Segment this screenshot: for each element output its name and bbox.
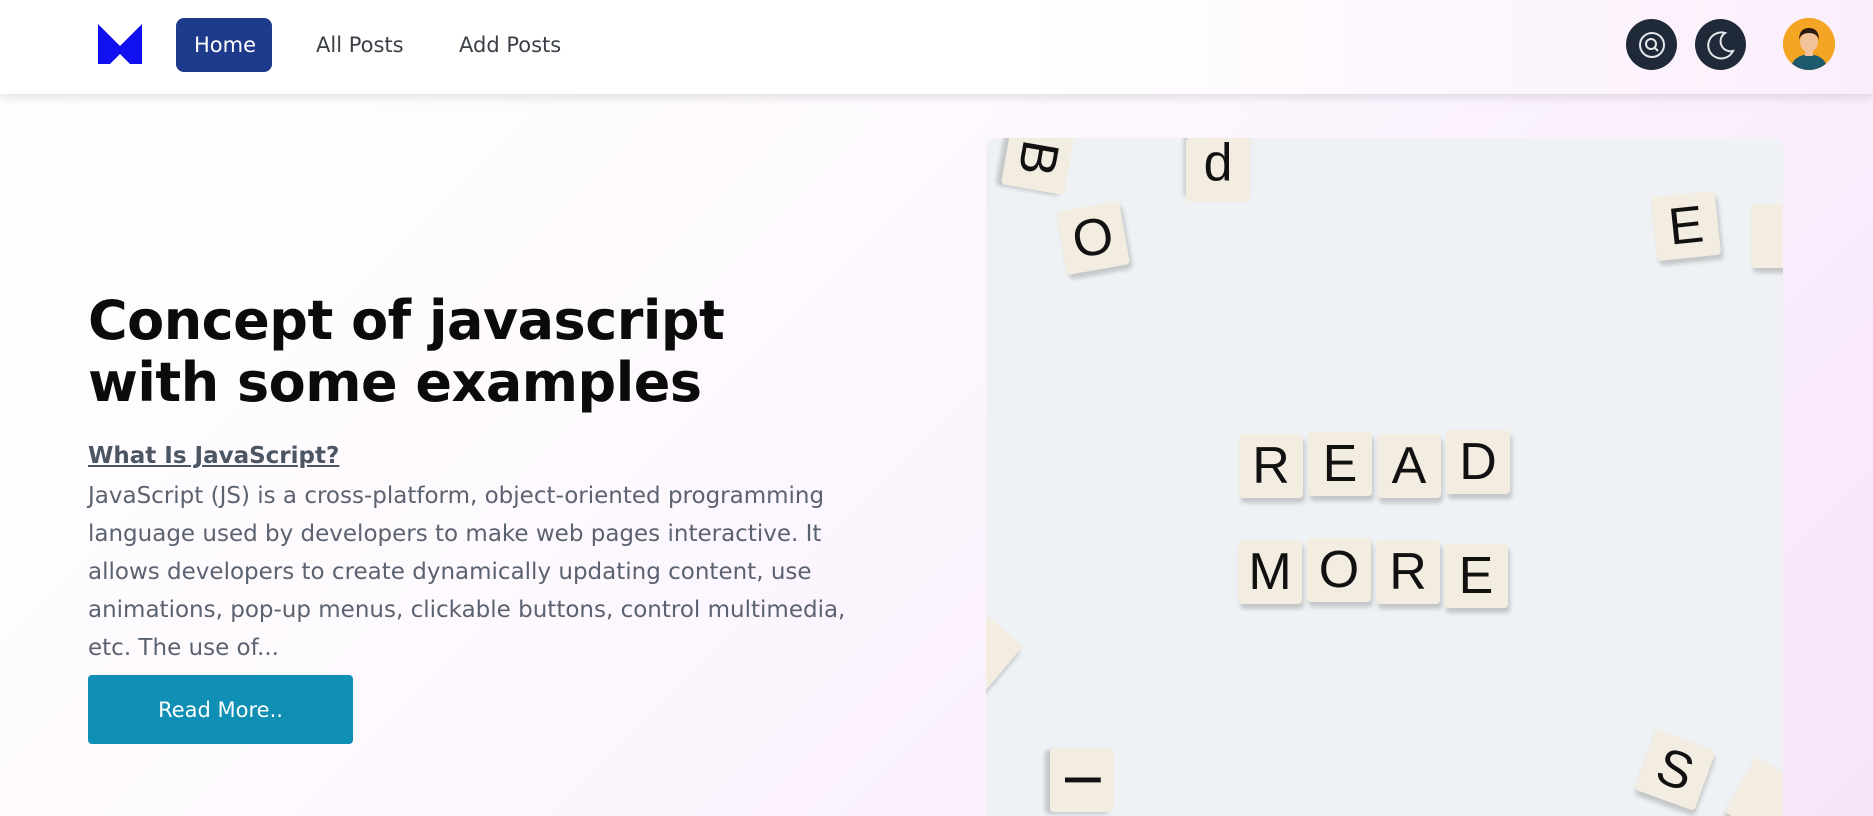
tile-read-d: D <box>1446 430 1510 494</box>
nav-link-all-posts[interactable]: All Posts <box>298 18 422 72</box>
tile-more-o: O <box>1307 538 1371 602</box>
tile-edge <box>986 604 1024 696</box>
read-more-button[interactable]: Read More.. <box>88 675 353 744</box>
tile-more-e: E <box>1444 544 1508 608</box>
tile-edge <box>1724 756 1783 816</box>
tile-scattered: I <box>1050 748 1114 812</box>
tile-scattered: O <box>1055 200 1131 276</box>
tile-scattered: S <box>1633 728 1717 812</box>
user-avatar[interactable] <box>1783 18 1835 70</box>
tile-read-r: R <box>1239 434 1303 498</box>
hero-image: B p O E I S R E A D M O R E <box>986 138 1783 816</box>
tile-more-r: R <box>1376 540 1440 604</box>
navbar: Home All Posts Add Posts <box>0 0 1873 94</box>
tile-scattered: p <box>1186 138 1250 202</box>
search-button[interactable] <box>1626 19 1677 70</box>
avatar-person-icon <box>1783 18 1835 70</box>
post-excerpt: JavaScript (JS) is a cross-platform, obj… <box>88 483 846 661</box>
nav-link-home[interactable]: Home <box>176 18 272 72</box>
tile-edge <box>1751 204 1783 268</box>
tile-scattered: E <box>1650 190 1722 262</box>
tile-more-m: M <box>1238 540 1302 604</box>
logo-m-icon[interactable] <box>98 24 142 64</box>
post-subheading-link[interactable]: What Is JavaScript? <box>88 443 339 469</box>
moon-icon <box>1706 30 1735 59</box>
search-icon <box>1638 31 1665 58</box>
nav-link-add-posts[interactable]: Add Posts <box>441 18 579 72</box>
tile-scattered: B <box>1000 138 1076 196</box>
post-title: Concept of javascript with some examples <box>88 289 725 414</box>
tile-read-e: E <box>1308 432 1372 496</box>
theme-toggle-button[interactable] <box>1695 19 1746 70</box>
tile-read-a: A <box>1377 434 1441 498</box>
